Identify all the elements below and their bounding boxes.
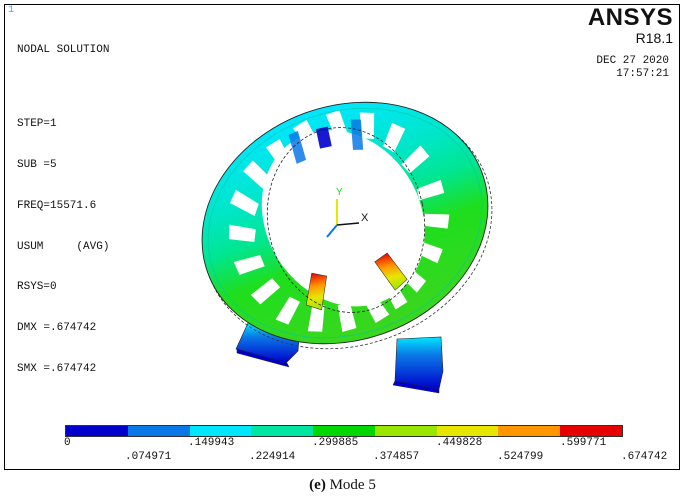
legend-swatch-4 [313,426,375,436]
triad-y-label: Y [336,187,343,198]
legend-swatch-1 [127,426,190,436]
legend-tick-2: .149943 [188,437,235,449]
legend-swatch-7 [498,426,561,436]
legend-swatch-0 [66,426,128,436]
legend-tick-8: .599771 [560,437,607,449]
caption-text: Mode 5 [325,477,376,493]
legend-swatch-8 [560,426,623,436]
legend-swatch-5 [374,426,437,436]
mount-foot-right [392,336,444,394]
figure-caption: (e) Mode 5 [0,477,685,494]
legend-swatch-2 [189,426,252,436]
legend-tick-5: .374857 [373,451,420,463]
legend-tick-6: .449828 [436,437,483,449]
triad-x-label: X [361,212,369,224]
caption-label: (e) [309,477,326,493]
legend-swatch-3 [251,426,314,436]
legend-tick-0: 0 [64,437,71,449]
graphics-viewport[interactable]: 1 NODAL SOLUTION STEP=1 SUB =5 FREQ=1557… [4,4,680,470]
legend-tick-1: .074971 [125,451,172,463]
legend-tick-3: .224914 [249,451,296,463]
stator-ring [201,101,493,350]
fe-model-plot[interactable]: Y X [5,5,680,470]
legend-tick-7: .524799 [497,451,544,463]
legend-swatch-6 [436,426,499,436]
legend-tick-9: .674742 [621,451,668,463]
legend-tick-4: .299885 [312,437,359,449]
contour-legend-bar [65,425,623,437]
